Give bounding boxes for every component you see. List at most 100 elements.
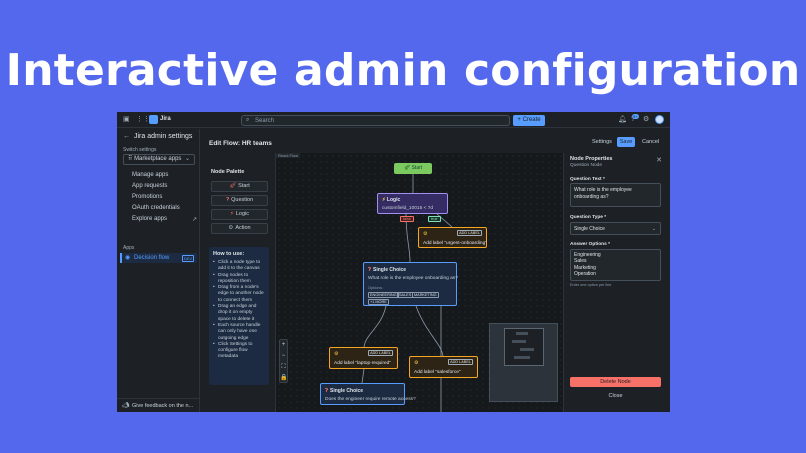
add-label-badge: ADD LABEL (368, 350, 393, 356)
answer-options-field[interactable]: Engineering Sales Marketing Operation (570, 249, 661, 281)
how-to-panel: How to use: Click a node type to add it … (209, 247, 269, 385)
external-link-icon: ↗ (191, 217, 197, 223)
settings-button[interactable]: Settings (592, 139, 612, 145)
gear-icon: ⚙ (414, 360, 419, 366)
megaphone-icon: 📣︎ (122, 403, 130, 409)
rocket-icon: 🚀︎ (229, 183, 237, 189)
logic-node[interactable]: ⚡︎ Logic customfield_10015 < 7d (377, 193, 448, 214)
option-chip: MARKETING (412, 292, 439, 298)
question-icon: ❓︎ (225, 197, 230, 203)
node-properties-panel: Node Properties Question Node ✕ Question… (563, 153, 670, 412)
logic-node-title: ⚡︎ Logic (382, 197, 400, 203)
flow-icon: ◉ (125, 255, 131, 261)
question-type-select[interactable]: Single Choice ⌄ (570, 222, 661, 235)
sidebar-item-decision-flow[interactable]: ◉ Decision flow DEV (120, 253, 197, 263)
create-button[interactable]: + Create (513, 115, 545, 126)
choice-node-question: Does the engineer require remote access? (325, 397, 416, 402)
how-to-item: Click a node type to add it to the canva… (213, 260, 265, 273)
edge-choice-action-laptop (363, 305, 387, 348)
question-icon: ❓︎ (368, 267, 372, 273)
how-to-item: Drag an edge and drop it on empty space … (213, 304, 265, 323)
choice-node-title: ❓︎ Single Choice (368, 267, 406, 273)
sidebar-title: ← Jira admin settings (123, 133, 192, 140)
node-palette: Node Palette 🚀︎ Start ❓︎ Question ⚡︎ Logic … (209, 169, 269, 395)
palette-logic-label: Logic (235, 211, 250, 217)
answer-option: Operation (574, 270, 596, 277)
palette-logic-button[interactable]: ⚡︎ Logic (211, 209, 268, 220)
how-to-item: Drag from a node's edge to another node … (213, 285, 265, 304)
sidebar-item-app-requests[interactable]: App requests (132, 183, 167, 189)
true-handle[interactable]: true (428, 216, 441, 222)
logic-node-expression: customfield_10015 < 7d (382, 206, 434, 211)
single-choice-node-role[interactable]: ❓︎ Single Choice What role is the employe… (363, 262, 458, 306)
action-node-label: Add label "laptop-required" (334, 361, 392, 366)
palette-start-label: Start (238, 183, 250, 189)
explore-apps-label: Explore apps (132, 216, 168, 222)
how-to-item: Click Settings to configure flow metadat… (213, 342, 265, 361)
notification-badge: 9+ (632, 114, 639, 119)
question-text-field[interactable]: What role is the employee onboarding as? (570, 183, 661, 207)
choice-node-title: ❓︎ Single Choice (325, 388, 363, 394)
zoom-out-button[interactable]: − (280, 351, 287, 362)
properties-title: Node Properties (570, 156, 613, 162)
flow-canvas[interactable]: React Flow 🚀︎ Start ⚡︎ Logic customfield… (275, 153, 563, 412)
switch-settings-label: Switch settings (123, 147, 157, 153)
search-input[interactable]: ⌕ Search (241, 115, 510, 126)
delete-node-button[interactable]: Delete Node (570, 377, 661, 387)
search-icon: ⌕ (246, 117, 250, 123)
start-node[interactable]: 🚀︎ Start (394, 163, 432, 174)
settings-select[interactable]: ⠿ Marketplace apps ⌄ (123, 154, 195, 165)
edge-laptop-choice (361, 368, 365, 384)
minimap-node (520, 348, 534, 351)
bell-icon[interactable]: 🔔︎ (618, 116, 627, 123)
feedback-button[interactable]: 📣︎ Give feedback on the n... (117, 398, 199, 412)
palette-question-button[interactable]: ❓︎ Question (211, 195, 268, 206)
question-type-label: Question Type * (570, 215, 607, 220)
minimap-node (514, 356, 530, 359)
sidebar-item-oauth-credentials[interactable]: OAuth credentials (132, 205, 180, 211)
false-handle[interactable]: false (400, 216, 415, 222)
action-node-laptop[interactable]: ⚙ ADD LABEL Add label "laptop-required" (329, 347, 398, 369)
fit-view-button[interactable]: ⛶ (280, 362, 287, 373)
palette-action-button[interactable]: ⚙ Action (211, 223, 268, 234)
sidebar-toggle-icon[interactable]: ▣ (123, 116, 130, 123)
close-button[interactable]: Close (570, 393, 661, 399)
lock-button[interactable]: 🔒 (280, 373, 287, 384)
options-label: Options: (368, 285, 383, 290)
palette-start-button[interactable]: 🚀︎ Start (211, 181, 268, 192)
palette-question-label: Question (231, 197, 254, 203)
single-choice-node-remote[interactable]: ❓︎ Single Choice Does the engineer requir… (320, 383, 416, 405)
action-node-salesforce[interactable]: ⚙ ADD LABEL Add label "salesforce" (409, 356, 478, 378)
close-icon[interactable]: ✕ (656, 156, 662, 164)
save-button[interactable]: Save (617, 137, 635, 147)
logic-node-title-text: Logic (386, 197, 401, 203)
start-node-label: Start (411, 165, 423, 171)
zoom-in-button[interactable]: + (280, 340, 287, 351)
choice-node-question: What role is the employee onboarding as? (368, 276, 458, 281)
product-name[interactable]: Jira (160, 116, 171, 122)
cancel-button[interactable]: Cancel (642, 139, 659, 145)
back-arrow-icon[interactable]: ← (123, 133, 130, 140)
app-switcher-icon[interactable]: ⋮⋮ (136, 116, 150, 123)
sidebar-item-explore-apps[interactable]: Explore apps ↗ (132, 216, 197, 223)
feedback-label: Give feedback on the n... (132, 403, 194, 409)
option-chip: ENGINEERING (368, 292, 399, 298)
edge-choice-action-salesforce (415, 305, 444, 357)
more-options-chip: +1 MORE (368, 299, 389, 305)
jira-logo-icon[interactable] (149, 115, 158, 124)
action-node-label: Add label "salesforce" (414, 370, 461, 375)
zoom-controls: + − ⛶ 🔒 (279, 339, 288, 383)
action-node-urgent[interactable]: ⚙ ADD LABEL Add label "urgent-onboarding… (418, 227, 487, 248)
chevron-down-icon: ⌄ (184, 156, 190, 162)
sidebar-item-manage-apps[interactable]: Manage apps (132, 172, 168, 178)
minimap[interactable] (489, 323, 558, 402)
choice-node-title-text: Single Choice (330, 388, 364, 394)
avatar[interactable] (655, 115, 664, 124)
add-label-badge: ADD LABEL (448, 359, 473, 365)
dev-tag: DEV (181, 255, 194, 262)
question-text-label: Question Text * (570, 177, 605, 182)
gear-icon[interactable]: ⚙ (643, 116, 649, 123)
sidebar-item-promotions[interactable]: Promotions (132, 194, 162, 200)
logic-icon: ⚡︎ (229, 211, 234, 217)
main-content: Edit Flow: HR teams Settings Save Cancel… (201, 129, 670, 412)
